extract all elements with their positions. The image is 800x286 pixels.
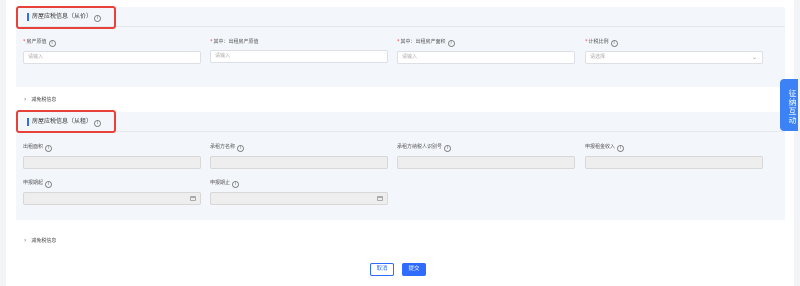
- lessee-tax-id-input: [397, 156, 575, 169]
- period-start-label: 申报期起: [23, 180, 44, 186]
- relief-info-toggle-1[interactable]: › 减免税信息: [24, 96, 56, 104]
- interaction-side-tab[interactable]: 征纳互动: [780, 79, 798, 131]
- section-marker: [27, 13, 29, 21]
- submit-button[interactable]: 提交: [402, 263, 426, 276]
- field-rented-area: *其中：出租房产面积 i 请输入: [397, 39, 575, 64]
- rented-property-value-label: 其中：出租房产原值: [213, 39, 259, 45]
- rented-area-label: 其中：出租房产面积: [400, 39, 446, 45]
- rent-area-label: 出租面积: [23, 144, 44, 150]
- calendar-icon: [190, 196, 196, 201]
- field-property-value: *房产原值 i 请输入: [23, 39, 201, 64]
- rent-income-input: [585, 156, 763, 169]
- rented-area-input[interactable]: 请输入: [397, 51, 575, 64]
- info-icon[interactable]: i: [617, 145, 625, 152]
- property-value-input[interactable]: 请输入: [23, 51, 201, 64]
- info-icon[interactable]: i: [237, 145, 245, 152]
- tax-ratio-label: 计税比例: [588, 39, 609, 45]
- section-price-title: 房屋应税信息（从价） i: [27, 13, 102, 22]
- section-rent-header: 房屋应税信息（从租） i: [16, 112, 785, 132]
- info-icon[interactable]: i: [48, 40, 56, 47]
- info-icon[interactable]: i: [45, 145, 53, 152]
- info-icon[interactable]: i: [610, 40, 618, 47]
- field-lessee-name: 承租方名称 i: [210, 144, 388, 169]
- field-rented-area-rent: 出租面积 i: [23, 144, 201, 169]
- field-period-end: 申报期止 i: [210, 180, 388, 205]
- section-marker: [27, 118, 29, 126]
- chevron-right-icon: ›: [24, 96, 27, 103]
- period-start-date-input: [23, 192, 201, 205]
- chevron-down-icon: ⌄: [751, 54, 757, 61]
- info-icon[interactable]: i: [447, 40, 455, 47]
- lessee-name-input: [210, 156, 388, 169]
- info-icon[interactable]: i: [94, 15, 102, 22]
- calendar-icon: [377, 196, 383, 201]
- relief-info-toggle-2[interactable]: › 减免税信息: [24, 237, 56, 245]
- info-icon[interactable]: i: [232, 181, 240, 188]
- info-icon[interactable]: i: [45, 181, 53, 188]
- field-rented-property-value: *其中：出租房产原值 请输入: [210, 39, 388, 63]
- lessee-tax-id-label: 承租方纳税人识别号: [397, 144, 443, 150]
- rent-area-input: [23, 156, 201, 169]
- period-end-label: 申报期止: [210, 180, 231, 186]
- section-price-header: 房屋应税信息（从价） i: [16, 7, 785, 27]
- field-period-start: 申报期起 i: [23, 180, 201, 205]
- info-icon[interactable]: i: [94, 120, 102, 127]
- chevron-right-icon: ›: [24, 237, 27, 244]
- field-tax-ratio: *计税比例 i 请选择 ⌄: [585, 39, 763, 64]
- info-icon[interactable]: i: [444, 145, 452, 152]
- field-lessee-tax-id: 承租方纳税人识别号 i: [397, 144, 575, 169]
- period-end-date-input: [210, 192, 388, 205]
- lessee-name-label: 承租方名称: [210, 144, 236, 150]
- field-rent-income: 申报租金收入 i: [585, 144, 763, 169]
- rented-property-value-input[interactable]: 请输入: [210, 50, 388, 63]
- rent-income-label: 申报租金收入: [585, 144, 616, 150]
- cancel-button[interactable]: 取消: [370, 263, 394, 276]
- tax-ratio-select[interactable]: 请选择 ⌄: [585, 51, 763, 64]
- section-rent-title: 房屋应税信息（从租） i: [27, 118, 102, 127]
- property-value-label: 房产原值: [26, 39, 47, 45]
